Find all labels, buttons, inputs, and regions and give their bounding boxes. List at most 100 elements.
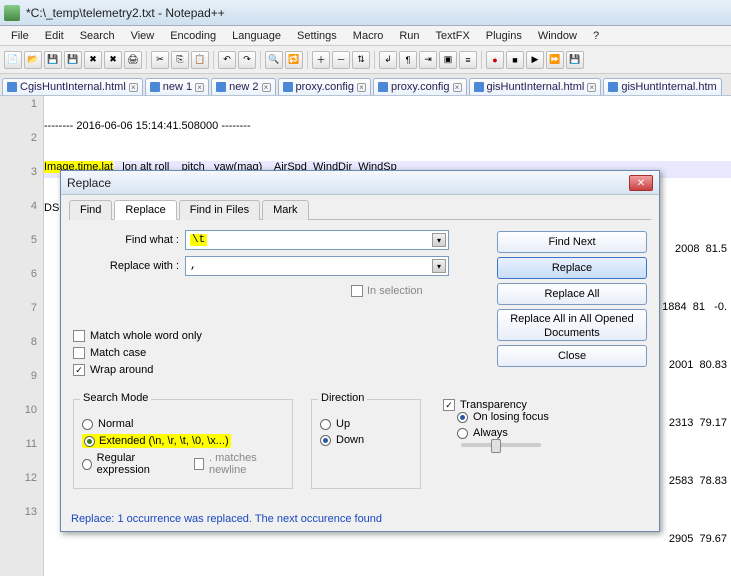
- doctab[interactable]: proxy.config×: [373, 78, 467, 95]
- editor-line: 2905 79.67: [44, 533, 731, 567]
- dropdown-icon[interactable]: ▾: [432, 259, 446, 273]
- find-icon[interactable]: 🔍: [265, 51, 283, 69]
- close-tab-icon[interactable]: ×: [587, 83, 596, 92]
- close-icon[interactable]: ✖: [84, 51, 102, 69]
- doctab[interactable]: CgisHuntInternal.html×: [2, 78, 143, 95]
- closeall-icon[interactable]: ✖: [104, 51, 122, 69]
- radio-up-label: Up: [336, 418, 350, 430]
- file-icon: [378, 82, 388, 92]
- playmult-icon[interactable]: ⏩: [546, 51, 564, 69]
- zoomout-icon[interactable]: －: [332, 51, 350, 69]
- cut-icon[interactable]: ✂: [151, 51, 169, 69]
- close-tab-icon[interactable]: ×: [453, 83, 462, 92]
- radio-regex[interactable]: [82, 459, 92, 470]
- radio-always[interactable]: [457, 428, 468, 439]
- record-icon[interactable]: ●: [486, 51, 504, 69]
- search-mode-label: Search Mode: [80, 392, 151, 404]
- match-case-checkbox[interactable]: [73, 347, 85, 359]
- zoomin-icon[interactable]: ＋: [312, 51, 330, 69]
- dialog-titlebar[interactable]: Replace ✕: [61, 171, 659, 195]
- match-word-checkbox[interactable]: [73, 330, 85, 342]
- play-icon[interactable]: ▶: [526, 51, 544, 69]
- tab-replace[interactable]: Replace: [114, 200, 176, 220]
- file-icon: [608, 82, 618, 92]
- toolbar-sep: [213, 51, 214, 69]
- menu-macro[interactable]: Macro: [346, 28, 391, 44]
- menu-run[interactable]: Run: [392, 28, 426, 44]
- paste-icon[interactable]: 📋: [191, 51, 209, 69]
- tab-mark[interactable]: Mark: [262, 200, 308, 220]
- file-icon: [150, 82, 160, 92]
- dropdown-icon[interactable]: ▾: [432, 233, 446, 247]
- guide-icon[interactable]: ≡: [459, 51, 477, 69]
- close-tab-icon[interactable]: ×: [262, 83, 271, 92]
- tab-find[interactable]: Find: [69, 200, 112, 220]
- in-selection-checkbox[interactable]: [351, 285, 363, 297]
- transparency-slider[interactable]: [461, 443, 541, 447]
- transparency-checkbox[interactable]: ✓: [443, 399, 455, 411]
- tab-findinfiles[interactable]: Find in Files: [179, 200, 260, 220]
- save-icon[interactable]: 💾: [44, 51, 62, 69]
- radio-down[interactable]: [320, 435, 331, 446]
- find-what-input[interactable]: \t ▾: [185, 230, 449, 250]
- radio-losing-focus-label: On losing focus: [473, 411, 549, 423]
- wrap-around-checkbox[interactable]: ✓: [73, 364, 85, 376]
- radio-up[interactable]: [320, 419, 331, 430]
- replace-all-docs-button[interactable]: Replace All in All Opened Documents: [497, 309, 647, 341]
- menu-file[interactable]: File: [4, 28, 36, 44]
- replace-with-input[interactable]: , ▾: [185, 256, 449, 276]
- stop-icon[interactable]: ■: [506, 51, 524, 69]
- hidden-icon[interactable]: ¶: [399, 51, 417, 69]
- doctab[interactable]: new 1×: [145, 78, 209, 95]
- toolbar-sep: [481, 51, 482, 69]
- saveall-icon[interactable]: 💾: [64, 51, 82, 69]
- close-button[interactable]: Close: [497, 345, 647, 367]
- undo-icon[interactable]: ↶: [218, 51, 236, 69]
- toolbar-sep: [374, 51, 375, 69]
- sync-icon[interactable]: ⇅: [352, 51, 370, 69]
- menu-edit[interactable]: Edit: [38, 28, 71, 44]
- dialog-close-icon[interactable]: ✕: [629, 175, 653, 191]
- menu-plugins[interactable]: Plugins: [479, 28, 529, 44]
- menubar: File Edit Search View Encoding Language …: [0, 26, 731, 46]
- find-next-button[interactable]: Find Next: [497, 231, 647, 253]
- menu-encoding[interactable]: Encoding: [163, 28, 223, 44]
- doctab-label: gisHuntInternal.html: [487, 81, 585, 93]
- replace-icon[interactable]: 🔁: [285, 51, 303, 69]
- dialog-title: Replace: [67, 176, 111, 190]
- print-icon[interactable]: 🖨: [124, 51, 142, 69]
- radio-extended[interactable]: [84, 436, 95, 447]
- replace-all-button[interactable]: Replace All: [497, 283, 647, 305]
- radio-down-label: Down: [336, 434, 364, 446]
- radio-losing-focus[interactable]: [457, 412, 468, 423]
- menu-window[interactable]: Window: [531, 28, 584, 44]
- fold-icon[interactable]: ▣: [439, 51, 457, 69]
- menu-help[interactable]: ?: [586, 28, 606, 44]
- doctab-label: proxy.config: [391, 81, 450, 93]
- open-icon[interactable]: 📂: [24, 51, 42, 69]
- doctab[interactable]: proxy.config×: [278, 78, 372, 95]
- wrap-icon[interactable]: ↲: [379, 51, 397, 69]
- replace-with-value: ,: [190, 260, 197, 272]
- savemacro-icon[interactable]: 💾: [566, 51, 584, 69]
- menu-view[interactable]: View: [124, 28, 162, 44]
- radio-normal[interactable]: [82, 419, 93, 430]
- new-icon[interactable]: 📄: [4, 51, 22, 69]
- copy-icon[interactable]: ⎘: [171, 51, 189, 69]
- indent-icon[interactable]: ⇥: [419, 51, 437, 69]
- menu-textfx[interactable]: TextFX: [429, 28, 477, 44]
- radio-always-label: Always: [473, 427, 508, 439]
- doctab[interactable]: gisHuntInternal.html×: [469, 78, 602, 95]
- menu-search[interactable]: Search: [73, 28, 122, 44]
- doctab[interactable]: new 2×: [211, 78, 275, 95]
- matches-newline-checkbox[interactable]: [194, 458, 205, 470]
- doctab[interactable]: gisHuntInternal.htm: [603, 78, 721, 95]
- toolbar: 📄 📂 💾 💾 ✖ ✖ 🖨 ✂ ⎘ 📋 ↶ ↷ 🔍 🔁 ＋ － ⇅ ↲ ¶ ⇥ …: [0, 46, 731, 74]
- menu-settings[interactable]: Settings: [290, 28, 344, 44]
- replace-button[interactable]: Replace: [497, 257, 647, 279]
- close-tab-icon[interactable]: ×: [195, 83, 204, 92]
- redo-icon[interactable]: ↷: [238, 51, 256, 69]
- close-tab-icon[interactable]: ×: [357, 83, 366, 92]
- menu-language[interactable]: Language: [225, 28, 288, 44]
- close-tab-icon[interactable]: ×: [129, 83, 138, 92]
